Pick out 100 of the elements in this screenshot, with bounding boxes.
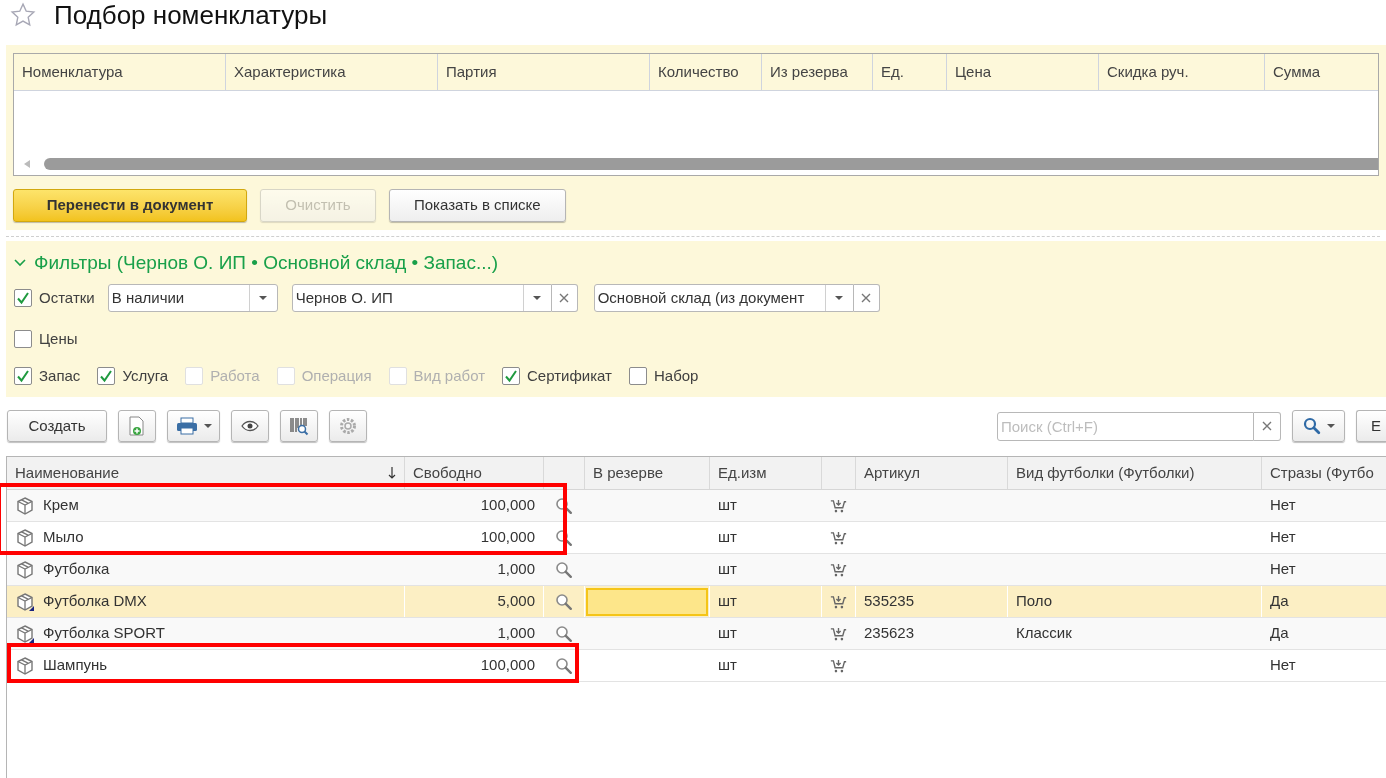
table-row[interactable]: Крем 100,000 шт Нет xyxy=(7,490,1386,522)
table-cell-text: Нет xyxy=(1270,655,1296,676)
table-cell-text: 235623 xyxy=(864,623,915,644)
eye-icon xyxy=(241,420,259,432)
print-button[interactable] xyxy=(167,410,220,442)
column-header[interactable]: Вид футболки (Футболки) xyxy=(1008,457,1262,489)
table-cell-text: Классик xyxy=(1016,623,1072,644)
more-button[interactable]: Е xyxy=(1356,410,1386,442)
search-icon xyxy=(1302,417,1321,435)
search-field[interactable]: Поиск (Ctrl+F) xyxy=(997,411,1254,441)
create-button[interactable]: Создать xyxy=(7,410,107,442)
checkbox-label: Запас xyxy=(39,365,81,386)
view-button[interactable] xyxy=(231,410,269,442)
table-cell-text: 5,000 xyxy=(497,591,535,612)
table-row[interactable]: Футболка SPORT 1,000 шт 235623 Классик Да xyxy=(7,618,1386,650)
scroll-left-icon[interactable] xyxy=(24,160,30,168)
window-title: Подбор номенклатуры xyxy=(54,2,328,28)
checkbox[interactable] xyxy=(97,366,116,385)
table-cell-text: 535235 xyxy=(864,591,915,612)
caret-icon xyxy=(533,296,542,300)
star-icon[interactable] xyxy=(10,2,36,28)
search-icon[interactable] xyxy=(555,560,573,579)
organization-select[interactable]: Чернов О. ИП xyxy=(291,284,552,312)
column-header[interactable]: Наименование xyxy=(7,457,405,489)
table-cell-text: Шампунь xyxy=(43,655,108,676)
action-button[interactable]: Показать в списке xyxy=(389,189,566,222)
action-button[interactable]: Перенести в документ xyxy=(13,189,247,222)
close-icon xyxy=(1262,421,1272,431)
column-header[interactable]: Скидка руч. xyxy=(1099,54,1265,90)
search-button[interactable] xyxy=(1292,410,1345,442)
table-cell-text: Крем xyxy=(43,495,79,516)
clear-button[interactable] xyxy=(853,284,880,312)
close-icon xyxy=(559,293,570,303)
column-header[interactable]: Партия xyxy=(438,54,650,90)
column-header[interactable]: Цена xyxy=(947,54,1099,90)
caret-icon xyxy=(835,296,844,300)
printer-icon xyxy=(175,417,198,435)
checkbox-label: Сертификат xyxy=(527,365,612,386)
column-header[interactable]: Ед. xyxy=(873,54,947,90)
table-cell-text: 100,000 xyxy=(480,527,535,548)
column-header[interactable]: Количество xyxy=(650,54,762,90)
document-add-icon xyxy=(128,416,146,436)
checkbox-label: Набор xyxy=(653,365,699,386)
scrollbar-thumb[interactable] xyxy=(44,158,1378,170)
settings-button[interactable] xyxy=(329,410,367,442)
table-cell-text: Футболка DMX xyxy=(43,591,147,612)
search-icon[interactable] xyxy=(555,592,573,611)
table-cell-text: шт xyxy=(718,527,737,548)
checkbox[interactable] xyxy=(14,366,32,385)
table-cell-text: шт xyxy=(718,591,737,612)
clear-button[interactable] xyxy=(1254,411,1281,441)
table-cell-text: Футболка SPORT xyxy=(43,623,165,644)
search-icon[interactable] xyxy=(555,496,573,515)
sort-arrow-icon[interactable] xyxy=(388,467,396,479)
column-header[interactable]: Ед.изм xyxy=(710,457,822,489)
table-cell-text: шт xyxy=(718,495,737,516)
column-header[interactable]: В резерве xyxy=(585,457,710,489)
table-cell-text: шт xyxy=(718,655,737,676)
table-cell-text: Да xyxy=(1270,591,1289,612)
column-header[interactable]: Свободно xyxy=(405,457,544,489)
settings-icon xyxy=(338,416,358,436)
column-header[interactable]: Сумма xyxy=(1265,54,1378,90)
table-row[interactable]: Футболка 1,000 шт Нет xyxy=(7,554,1386,586)
table-cell-text: Нет xyxy=(1270,559,1296,580)
active-cell[interactable] xyxy=(586,587,708,616)
checkbox[interactable] xyxy=(502,366,521,385)
table-cell-text: шт xyxy=(718,559,737,580)
column-header[interactable]: Характеристика xyxy=(226,54,438,90)
barcode-button[interactable] xyxy=(280,410,318,442)
checkbox-label: Остатки xyxy=(39,287,95,308)
checkbox[interactable] xyxy=(14,330,32,349)
checkbox[interactable] xyxy=(628,366,647,385)
close-icon xyxy=(861,293,872,303)
table-cell-text: Мыло xyxy=(43,527,84,548)
table-cell-text: 1,000 xyxy=(497,623,535,644)
column-header[interactable]: Артикул xyxy=(856,457,1008,489)
caret-icon xyxy=(259,296,268,300)
chevron-icon xyxy=(14,258,26,267)
checkbox[interactable] xyxy=(14,289,32,307)
checkbox-label: Работа xyxy=(210,365,260,386)
barcode-search-icon xyxy=(289,416,309,436)
column-header[interactable]: Стразы (Футбо xyxy=(1262,457,1386,489)
add-document-button[interactable] xyxy=(118,410,156,442)
clear-button[interactable] xyxy=(551,284,578,312)
column-header[interactable]: Номенклатура xyxy=(14,54,226,90)
stock-mode-select[interactable]: В наличии xyxy=(107,284,278,312)
table-cell-text: Поло xyxy=(1016,591,1053,612)
table-cell-text: шт xyxy=(718,623,737,644)
warehouse-select[interactable]: Основной склад (из документ xyxy=(593,284,854,312)
caret-icon xyxy=(1326,424,1335,428)
table-cell-text: Футболка xyxy=(43,559,110,580)
table-cell-text: Да xyxy=(1270,623,1289,644)
search-icon[interactable] xyxy=(555,656,573,675)
table-cell-text: 100,000 xyxy=(480,495,535,516)
column-header[interactable]: Из резерва xyxy=(762,54,873,90)
caret-icon xyxy=(203,424,212,428)
table-row[interactable]: Футболка DMX 5,000 шт 535235 Поло Да xyxy=(7,586,1386,618)
search-icon[interactable] xyxy=(555,528,573,547)
checkbox-label: Вид работ xyxy=(413,365,486,386)
search-icon[interactable] xyxy=(555,624,573,643)
